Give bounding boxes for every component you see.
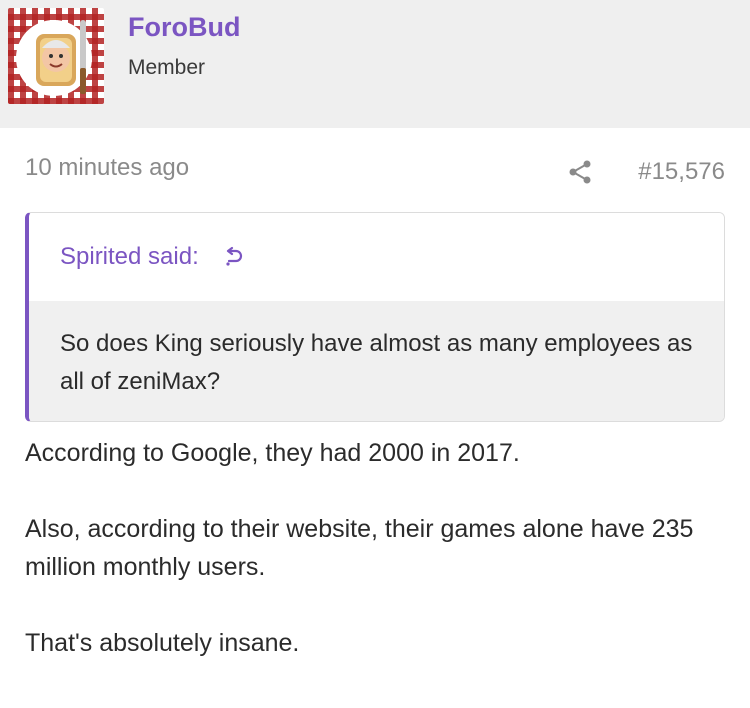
post-number[interactable]: #15,576 bbox=[638, 158, 725, 186]
share-icon[interactable] bbox=[566, 158, 594, 186]
quote-header: Spirited said: bbox=[29, 213, 724, 301]
quote-jump-icon[interactable] bbox=[223, 246, 245, 268]
avatar-image bbox=[16, 20, 92, 96]
avatar[interactable] bbox=[8, 8, 104, 104]
user-header: ForoBud Member bbox=[0, 0, 750, 128]
quote-text: So does King seriously have almost as ma… bbox=[29, 301, 724, 421]
quote-author[interactable]: Spirited said: bbox=[60, 243, 199, 271]
post-body: According to Google, they had 2000 in 20… bbox=[25, 434, 725, 700]
quote-block: Spirited said: So does King seriously ha… bbox=[25, 212, 725, 422]
post-paragraph: Also, according to their website, their … bbox=[25, 515, 694, 581]
post-timestamp[interactable]: 10 minutes ago bbox=[25, 154, 189, 182]
username[interactable]: ForoBud bbox=[128, 12, 240, 43]
user-title: Member bbox=[128, 56, 206, 79]
post-card: 10 minutes ago #15,576 Spirited said: So… bbox=[0, 128, 750, 708]
post-paragraph: That's absolutely insane. bbox=[25, 629, 300, 657]
post-paragraph: According to Google, they had 2000 in 20… bbox=[25, 439, 520, 467]
